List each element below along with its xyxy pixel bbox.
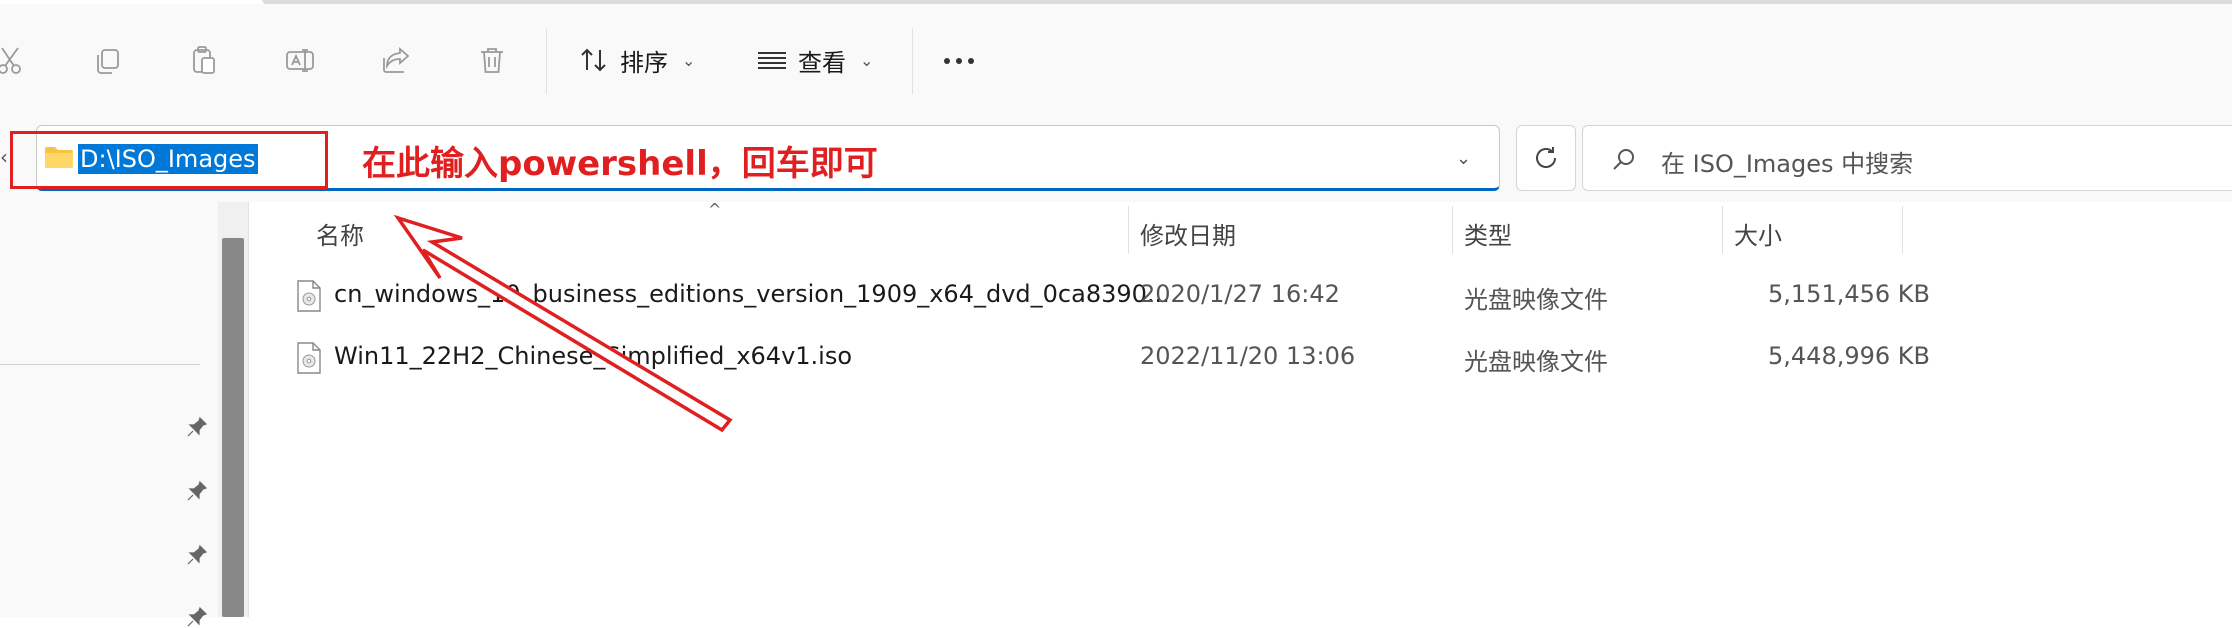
sort-indicator-icon: ^: [708, 200, 722, 219]
refresh-button[interactable]: [1516, 125, 1576, 191]
refresh-icon: [1536, 147, 1556, 168]
share-icon[interactable]: [378, 42, 414, 78]
copy-icon[interactable]: [90, 42, 126, 78]
file-type: 光盘映像文件: [1464, 286, 1608, 314]
file-name: cn_windows_10_business_editions_version_…: [334, 280, 1170, 308]
file-size: 5,151,456 KB: [1768, 280, 1930, 308]
column-header-date[interactable]: 修改日期: [1140, 216, 1236, 251]
nav-scrollbar-thumb[interactable]: [222, 238, 244, 617]
rename-icon[interactable]: [282, 42, 318, 78]
file-size: 5,448,996 KB: [1768, 342, 1930, 370]
sort-label: 排序: [620, 48, 668, 77]
address-dropdown-icon[interactable]: ⌄: [1456, 148, 1471, 169]
search-placeholder: 在 ISO_Images 中搜索: [1661, 150, 1914, 178]
search-box[interactable]: 在 ISO_Images 中搜索: [1582, 125, 2232, 191]
column-header-size[interactable]: 大小: [1734, 216, 1782, 251]
view-button[interactable]: 查看 ⌄: [756, 38, 873, 82]
view-icon: [758, 52, 786, 69]
pin-icon[interactable]: [186, 416, 208, 438]
expand-chevron-icon[interactable]: ‹: [0, 145, 8, 169]
chevron-down-icon: ⌄: [682, 50, 696, 70]
disc-image-file-icon: [297, 342, 321, 374]
search-icon: [1613, 149, 1634, 170]
cut-icon[interactable]: [0, 42, 30, 78]
pin-icon[interactable]: [186, 480, 208, 502]
file-name: Win11_22H2_Chinese_Simplified_x64v1.iso: [334, 342, 853, 370]
view-label: 查看: [798, 48, 846, 77]
command-bar: 排序 ⌄ 查看 ⌄: [0, 4, 2232, 113]
column-separator[interactable]: [1128, 206, 1129, 254]
annotation-text: 在此输入powershell，回车即可: [362, 144, 878, 184]
file-date: 2020/1/27 16:42: [1140, 280, 1340, 308]
nav-divider: [0, 364, 200, 365]
file-row[interactable]: Win11_22H2_Chinese_Simplified_x64v1.iso …: [296, 330, 1930, 386]
annotation-highlight-box: [10, 131, 328, 189]
pin-icon[interactable]: [186, 544, 208, 566]
chevron-down-icon: ⌄: [860, 50, 874, 70]
file-type: 光盘映像文件: [1464, 348, 1608, 376]
delete-icon[interactable]: [474, 42, 510, 78]
paste-icon[interactable]: [186, 42, 222, 78]
column-separator[interactable]: [1902, 206, 1903, 254]
column-header-type[interactable]: 类型: [1464, 216, 1512, 251]
sort-button[interactable]: 排序 ⌄: [578, 38, 695, 82]
pane-divider: [248, 202, 249, 617]
pin-icon[interactable]: [186, 606, 208, 628]
toolbar-separator: [912, 28, 913, 94]
column-separator[interactable]: [1722, 206, 1723, 254]
navigation-pane: [0, 202, 248, 617]
column-separator[interactable]: [1452, 206, 1453, 254]
disc-image-file-icon: [297, 280, 321, 312]
more-options-icon[interactable]: [944, 58, 974, 64]
file-row[interactable]: cn_windows_10_business_editions_version_…: [296, 268, 1930, 324]
file-date: 2022/11/20 13:06: [1140, 342, 1356, 370]
sort-icon: [581, 48, 606, 72]
toolbar-separator: [546, 28, 547, 94]
column-header-name[interactable]: 名称: [316, 216, 364, 251]
